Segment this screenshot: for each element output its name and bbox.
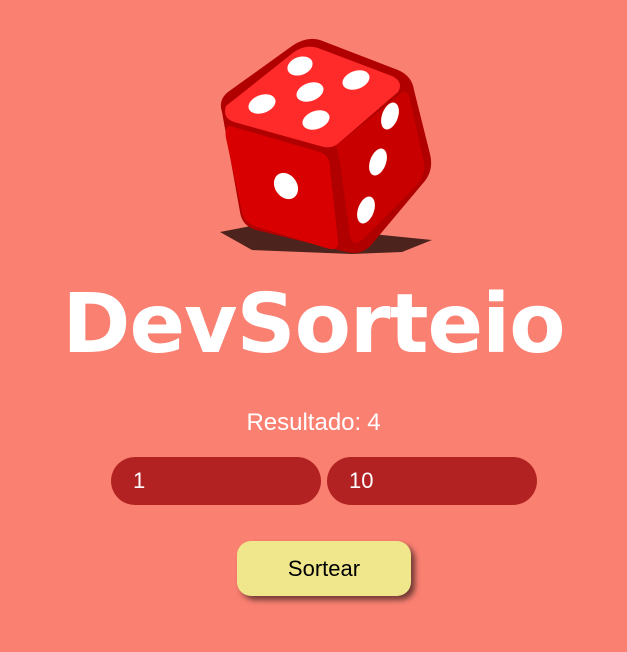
min-number-input[interactable] [111, 457, 321, 505]
draw-button[interactable]: Sortear [237, 541, 411, 596]
result-display: Resultado: 4 [0, 406, 627, 440]
app-logo-text: DevSorteio [62, 277, 565, 372]
dice-icon [220, 38, 432, 254]
result-label: Resultado: [246, 409, 362, 436]
max-number-input[interactable] [327, 457, 537, 505]
result-value: 4 [367, 409, 381, 436]
